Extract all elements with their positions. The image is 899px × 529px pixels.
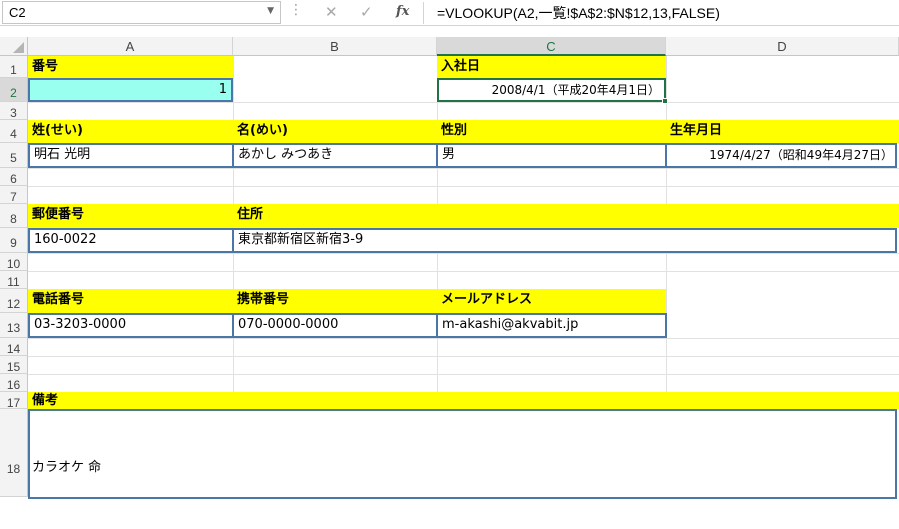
postal-cell[interactable]: 160-0022 bbox=[28, 228, 234, 253]
chevron-down-icon[interactable]: ▼ bbox=[267, 6, 274, 16]
fill-handle[interactable] bbox=[662, 98, 668, 104]
gender-cell[interactable]: 男 bbox=[436, 143, 667, 168]
label-address: 住所 bbox=[237, 207, 264, 222]
enter-check-icon[interactable]: ✓ bbox=[360, 3, 373, 21]
notes-cell[interactable]: カラオケ 命 bbox=[28, 409, 897, 499]
formula-input[interactable]: =VLOOKUP(A2,一覧!$A$2:$N$12,13,FALSE) bbox=[437, 3, 720, 23]
column-header-b[interactable]: B bbox=[233, 37, 437, 56]
row-header-14[interactable]: 14 bbox=[0, 338, 28, 356]
hire-date-cell-selected[interactable]: 2008/4/1（平成20年4月1日） bbox=[437, 78, 666, 102]
gridline bbox=[28, 253, 899, 254]
label-first-name: 名(めい) bbox=[237, 123, 288, 138]
row-header-11[interactable]: 11 bbox=[0, 271, 28, 289]
gridline bbox=[28, 374, 899, 375]
row-header-16[interactable]: 16 bbox=[0, 374, 28, 392]
label-notes: 備考 bbox=[28, 392, 899, 409]
name-box[interactable]: C2 ▼ bbox=[2, 1, 281, 24]
first-name-cell[interactable]: あかし みつあき bbox=[232, 143, 438, 168]
label-last-name: 姓(せい) bbox=[32, 123, 83, 138]
gridline bbox=[28, 186, 899, 187]
label-gender: 性別 bbox=[441, 123, 468, 138]
column-header-d[interactable]: D bbox=[666, 37, 899, 56]
gridline bbox=[28, 338, 899, 339]
label-phone: 電話番号 bbox=[32, 292, 85, 307]
label-email: メールアドレス bbox=[441, 292, 533, 307]
row-header-5[interactable]: 5 bbox=[0, 143, 28, 168]
name-box-value: C2 bbox=[9, 5, 26, 20]
row-header-9[interactable]: 9 bbox=[0, 228, 28, 253]
row-header-13[interactable]: 13 bbox=[0, 313, 28, 338]
row-header-18[interactable]: 18 bbox=[0, 409, 28, 497]
row-header-3[interactable]: 3 bbox=[0, 102, 28, 120]
row-header-6[interactable]: 6 bbox=[0, 168, 28, 186]
birthdate-cell[interactable]: 1974/4/27（昭和49年4月27日） bbox=[665, 143, 897, 168]
row-header-4[interactable]: 4 bbox=[0, 120, 28, 143]
column-header-c[interactable]: C bbox=[437, 37, 666, 56]
row-header-7[interactable]: 7 bbox=[0, 186, 28, 204]
row-header-1[interactable]: 1 bbox=[0, 56, 28, 78]
formula-bar-grip-icon: ⋮ bbox=[289, 2, 303, 18]
corner-triangle-icon bbox=[13, 42, 24, 53]
label-postal: 郵便番号 bbox=[32, 207, 85, 222]
select-all-corner[interactable] bbox=[0, 37, 28, 56]
gridline bbox=[28, 102, 899, 103]
number-input-cell[interactable]: 1 bbox=[28, 78, 233, 102]
last-name-cell[interactable]: 明石 光明 bbox=[28, 143, 234, 168]
mobile-cell[interactable]: 070-0000-0000 bbox=[232, 313, 438, 338]
notes-text: カラオケ 命 bbox=[32, 460, 102, 475]
label-mobile: 携帯番号 bbox=[237, 292, 290, 307]
row-header-12[interactable]: 12 bbox=[0, 289, 28, 313]
insert-function-icon[interactable]: fx bbox=[396, 4, 409, 19]
gridline bbox=[28, 168, 899, 169]
label-birthdate: 生年月日 bbox=[670, 123, 723, 138]
phone-cell[interactable]: 03-3203-0000 bbox=[28, 313, 234, 338]
column-header-a[interactable]: A bbox=[28, 37, 233, 56]
gridline bbox=[28, 356, 899, 357]
row-header-2[interactable]: 2 bbox=[0, 78, 28, 102]
row-header-17[interactable]: 17 bbox=[0, 392, 28, 410]
gridline bbox=[28, 271, 899, 272]
formula-divider bbox=[423, 2, 424, 24]
toolbar-gap bbox=[0, 27, 899, 37]
row-header-10[interactable]: 10 bbox=[0, 253, 28, 271]
label-hire-date: 入社日 bbox=[437, 56, 666, 78]
email-cell[interactable]: m-akashi@akvabit.jp bbox=[436, 313, 667, 338]
label-number: 番号 bbox=[28, 56, 233, 78]
cancel-icon[interactable]: ✕ bbox=[325, 3, 338, 21]
address-cell[interactable]: 東京都新宿区新宿3-9 bbox=[232, 228, 897, 253]
row-header-15[interactable]: 15 bbox=[0, 356, 28, 374]
row-header-8[interactable]: 8 bbox=[0, 204, 28, 228]
